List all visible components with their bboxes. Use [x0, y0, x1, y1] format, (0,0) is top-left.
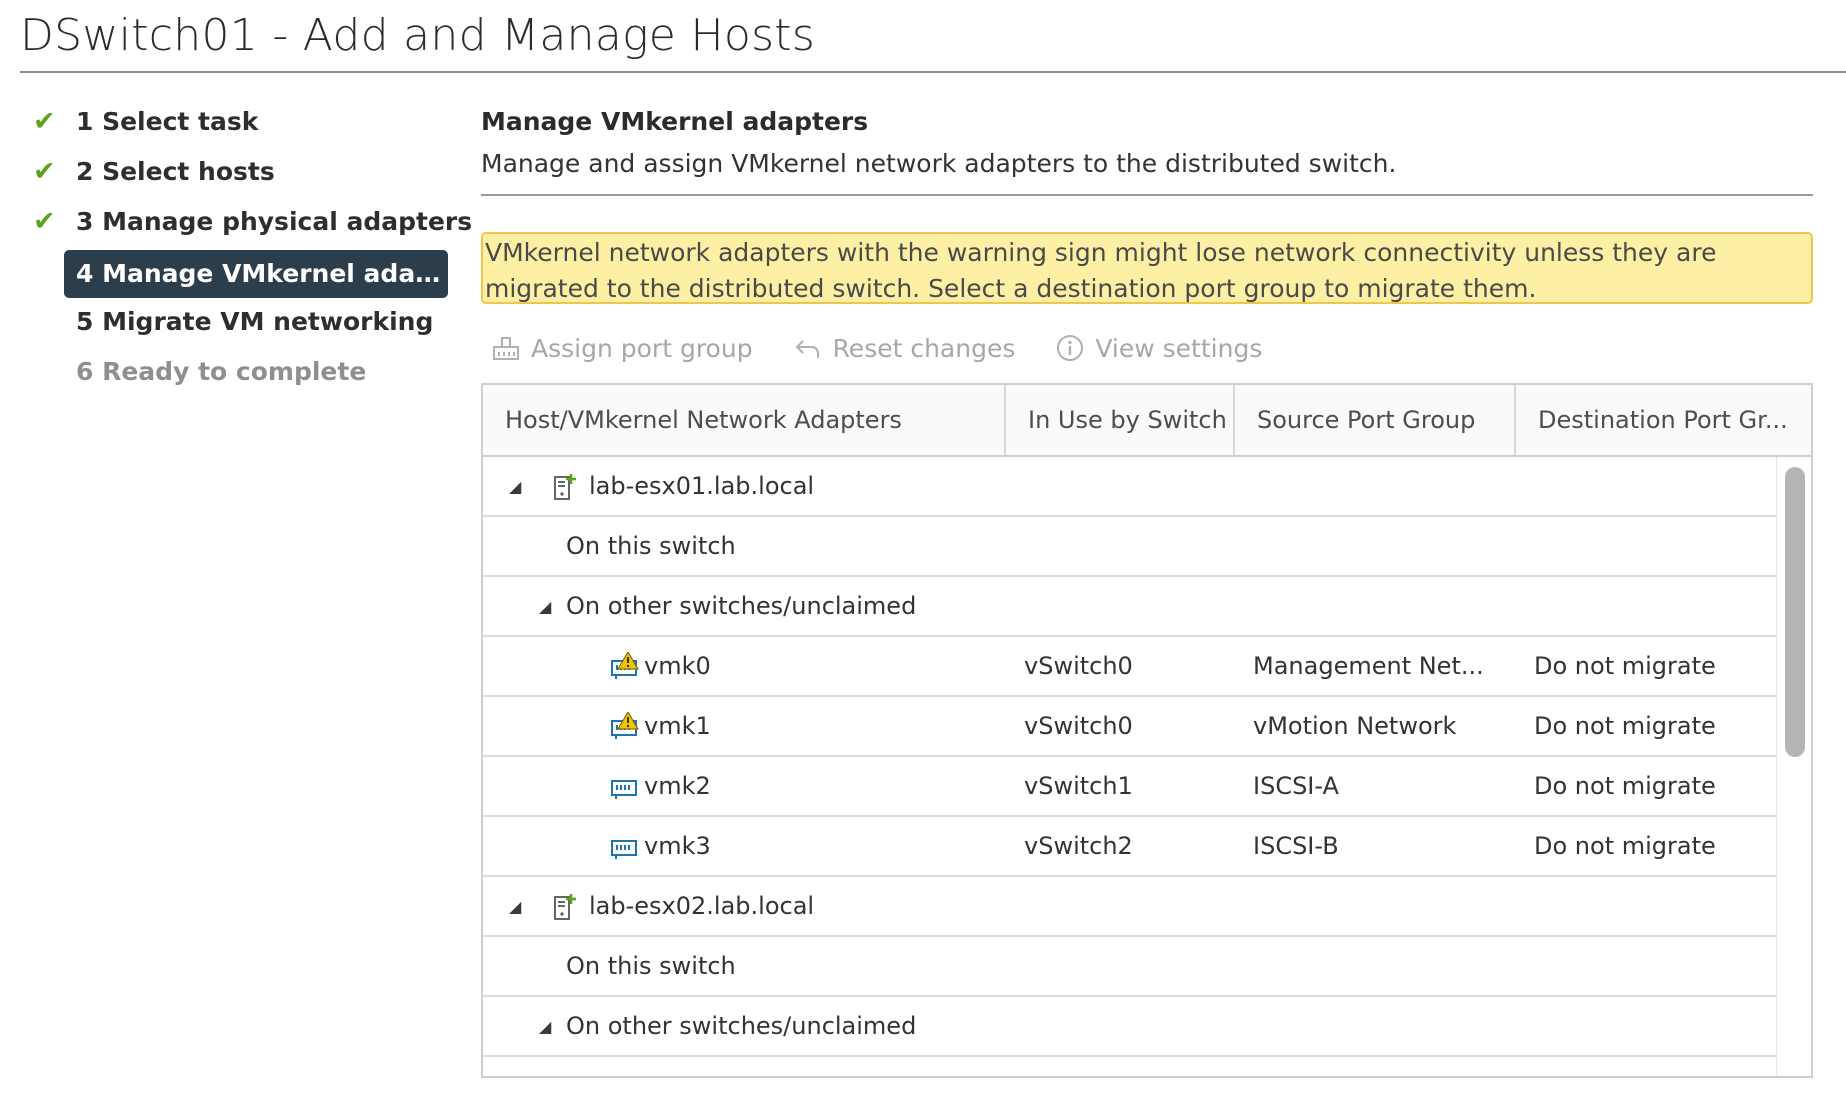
- group-label: On this switch: [566, 952, 736, 980]
- grid-header: Host/VMkernel Network Adapters In Use by…: [483, 385, 1811, 457]
- adapter-cell: ◢ lab-esx02.lab.local: [483, 877, 1024, 935]
- vmkernel-adapter-row[interactable]: vmk3 vSwitch2 ISCSI-B Do not migrate: [483, 817, 1781, 877]
- expand-triangle-icon[interactable]: ◢: [539, 997, 551, 1055]
- vmkernel-adapter-icon: [611, 840, 637, 859]
- step-select-task[interactable]: ✔ 1 Select task: [30, 97, 450, 147]
- adapter-group-row[interactable]: On this switch: [483, 937, 1781, 997]
- undo-icon: [795, 340, 819, 358]
- check-icon: ✔: [33, 106, 56, 137]
- step-manage-physical-adapters[interactable]: ✔ 3 Manage physical adapters: [30, 197, 472, 247]
- step-label: 1 Select task: [76, 107, 259, 136]
- source-port-group-cell: ISCSI-B: [1253, 832, 1339, 860]
- section-divider: [481, 194, 1813, 196]
- warning-text-line: migrated to the distributed switch. Sele…: [485, 274, 1537, 303]
- adapter-group-row[interactable]: ◢ On other switches/unclaimed: [483, 577, 1781, 637]
- adapter-group-row[interactable]: On this switch: [483, 517, 1781, 577]
- grid-toolbar: Assign port group Reset changes View set…: [481, 326, 1813, 370]
- source-port-group-cell: vMotion Network: [1253, 712, 1457, 740]
- check-icon: ✔: [33, 156, 56, 187]
- port-group-icon: [493, 337, 519, 360]
- step-select-hosts[interactable]: ✔ 2 Select hosts: [30, 147, 450, 197]
- host-name: lab-esx01.lab.local: [589, 472, 815, 500]
- adapter-cell: ◢ On other switches/unclaimed: [483, 577, 1024, 635]
- check-icon: ✔: [33, 206, 56, 237]
- assign-port-group-label: Assign port group: [531, 333, 753, 363]
- vmkernel-adapter-icon: [611, 780, 637, 799]
- vmkernel-adapter-warning-icon: [611, 712, 639, 739]
- step-label: 4 Manage VMkernel adapt...: [64, 250, 448, 298]
- vmkernel-adapter-warning-icon: [611, 652, 639, 679]
- group-label: On other switches/unclaimed: [566, 592, 917, 620]
- column-header-destination-port-group[interactable]: Destination Port Gr...: [1516, 385, 1811, 455]
- assign-port-group-button[interactable]: Assign port group: [481, 333, 753, 363]
- step-content: Manage VMkernel adapters Manage and assi…: [481, 104, 1813, 370]
- in-use-by-switch-cell: vSwitch0: [1024, 712, 1133, 740]
- host-icon: [554, 894, 576, 920]
- wizard-title: DSwitch01 - Add and Manage Hosts: [20, 10, 816, 61]
- column-header-source-port-group[interactable]: Source Port Group: [1235, 385, 1516, 455]
- section-title: Manage VMkernel adapters: [481, 107, 869, 136]
- adapter-name: vmk1: [644, 712, 711, 740]
- destination-port-group-cell[interactable]: Do not migrate: [1534, 772, 1781, 800]
- in-use-by-switch-cell: vSwitch2: [1024, 832, 1133, 860]
- title-divider: [20, 71, 1846, 73]
- step-label: 6 Ready to complete: [76, 357, 367, 386]
- warning-banner: VMkernel network adapters with the warni…: [481, 232, 1813, 304]
- step-ready-to-complete: 6 Ready to complete: [30, 347, 450, 397]
- vmkernel-adapter-row[interactable]: vmk2 vSwitch1 ISCSI-A Do not migrate: [483, 757, 1781, 817]
- host-row[interactable]: ◢ lab-esx02.lab.local: [483, 877, 1781, 937]
- view-settings-label: View settings: [1095, 333, 1263, 363]
- info-icon: [1057, 335, 1084, 361]
- host-row[interactable]: ◢ lab-esx01.lab.local: [483, 457, 1781, 517]
- destination-port-group-cell[interactable]: Do not migrate: [1534, 652, 1781, 680]
- source-port-group-cell: ISCSI-A: [1253, 772, 1339, 800]
- in-use-by-switch-cell: vSwitch1: [1024, 772, 1133, 800]
- column-header-adapters[interactable]: Host/VMkernel Network Adapters: [483, 385, 1006, 455]
- adapter-cell: ◢ lab-esx01.lab.local: [483, 457, 1024, 515]
- view-settings-button[interactable]: View settings: [1045, 333, 1262, 363]
- in-use-by-switch-cell: vSwitch0: [1024, 652, 1133, 680]
- host-icon: [554, 474, 576, 500]
- adapter-name: vmk3: [644, 832, 711, 860]
- reset-changes-label: Reset changes: [832, 333, 1016, 363]
- adapter-cell: vmk2: [483, 757, 1024, 815]
- source-port-group-cell: Management Net...: [1253, 652, 1484, 680]
- adapter-cell: vmk0: [483, 637, 1024, 695]
- grid-scrollbar[interactable]: [1776, 457, 1811, 1076]
- vmkernel-adapter-row[interactable]: vmk0 vSwitch0 Management Net... Do not migr…: [483, 637, 1781, 697]
- expand-triangle-icon[interactable]: ◢: [539, 577, 551, 635]
- adapter-cell: vmk3: [483, 817, 1024, 875]
- grid-body: ◢ lab-esx01.lab.local On this switch ◢ On ot…: [483, 457, 1781, 1057]
- expand-triangle-icon[interactable]: ◢: [509, 877, 521, 935]
- warning-text-line: VMkernel network adapters with the warni…: [485, 238, 1717, 267]
- adapter-name: vmk2: [644, 772, 711, 800]
- destination-port-group-cell[interactable]: Do not migrate: [1534, 832, 1781, 860]
- adapter-cell: ◢ On other switches/unclaimed: [483, 997, 1024, 1055]
- host-name: lab-esx02.lab.local: [589, 892, 815, 920]
- destination-port-group-cell[interactable]: Do not migrate: [1534, 712, 1781, 740]
- step-manage-vmkernel-adapters[interactable]: 4 Manage VMkernel adapt...: [30, 247, 450, 298]
- reset-changes-button[interactable]: Reset changes: [783, 333, 1016, 363]
- adapter-cell: On this switch: [483, 937, 1024, 995]
- scrollbar-thumb[interactable]: [1785, 467, 1805, 757]
- step-migrate-vm-networking[interactable]: 5 Migrate VM networking: [30, 297, 450, 347]
- step-label: 3 Manage physical adapters: [76, 207, 473, 236]
- adapter-cell: vmk1: [483, 697, 1024, 755]
- group-label: On this switch: [566, 532, 736, 560]
- wizard-steps: ✔ 1 Select task ✔ 2 Select hosts ✔ 3 Man…: [30, 97, 472, 397]
- adapter-name: vmk0: [644, 652, 711, 680]
- adapter-cell: On this switch: [483, 517, 1024, 575]
- vmkernel-adapters-grid: Host/VMkernel Network Adapters In Use by…: [481, 383, 1813, 1078]
- vmkernel-adapter-row[interactable]: vmk1 vSwitch0 vMotion Network Do not migrat…: [483, 697, 1781, 757]
- section-description: Manage and assign VMkernel network adapt…: [481, 149, 1397, 178]
- group-label: On other switches/unclaimed: [566, 1012, 917, 1040]
- step-label: 5 Migrate VM networking: [76, 307, 434, 336]
- expand-triangle-icon[interactable]: ◢: [509, 457, 521, 515]
- step-label: 2 Select hosts: [76, 157, 275, 186]
- adapter-group-row[interactable]: ◢ On other switches/unclaimed: [483, 997, 1781, 1057]
- column-header-in-use-by-switch[interactable]: In Use by Switch: [1006, 385, 1235, 455]
